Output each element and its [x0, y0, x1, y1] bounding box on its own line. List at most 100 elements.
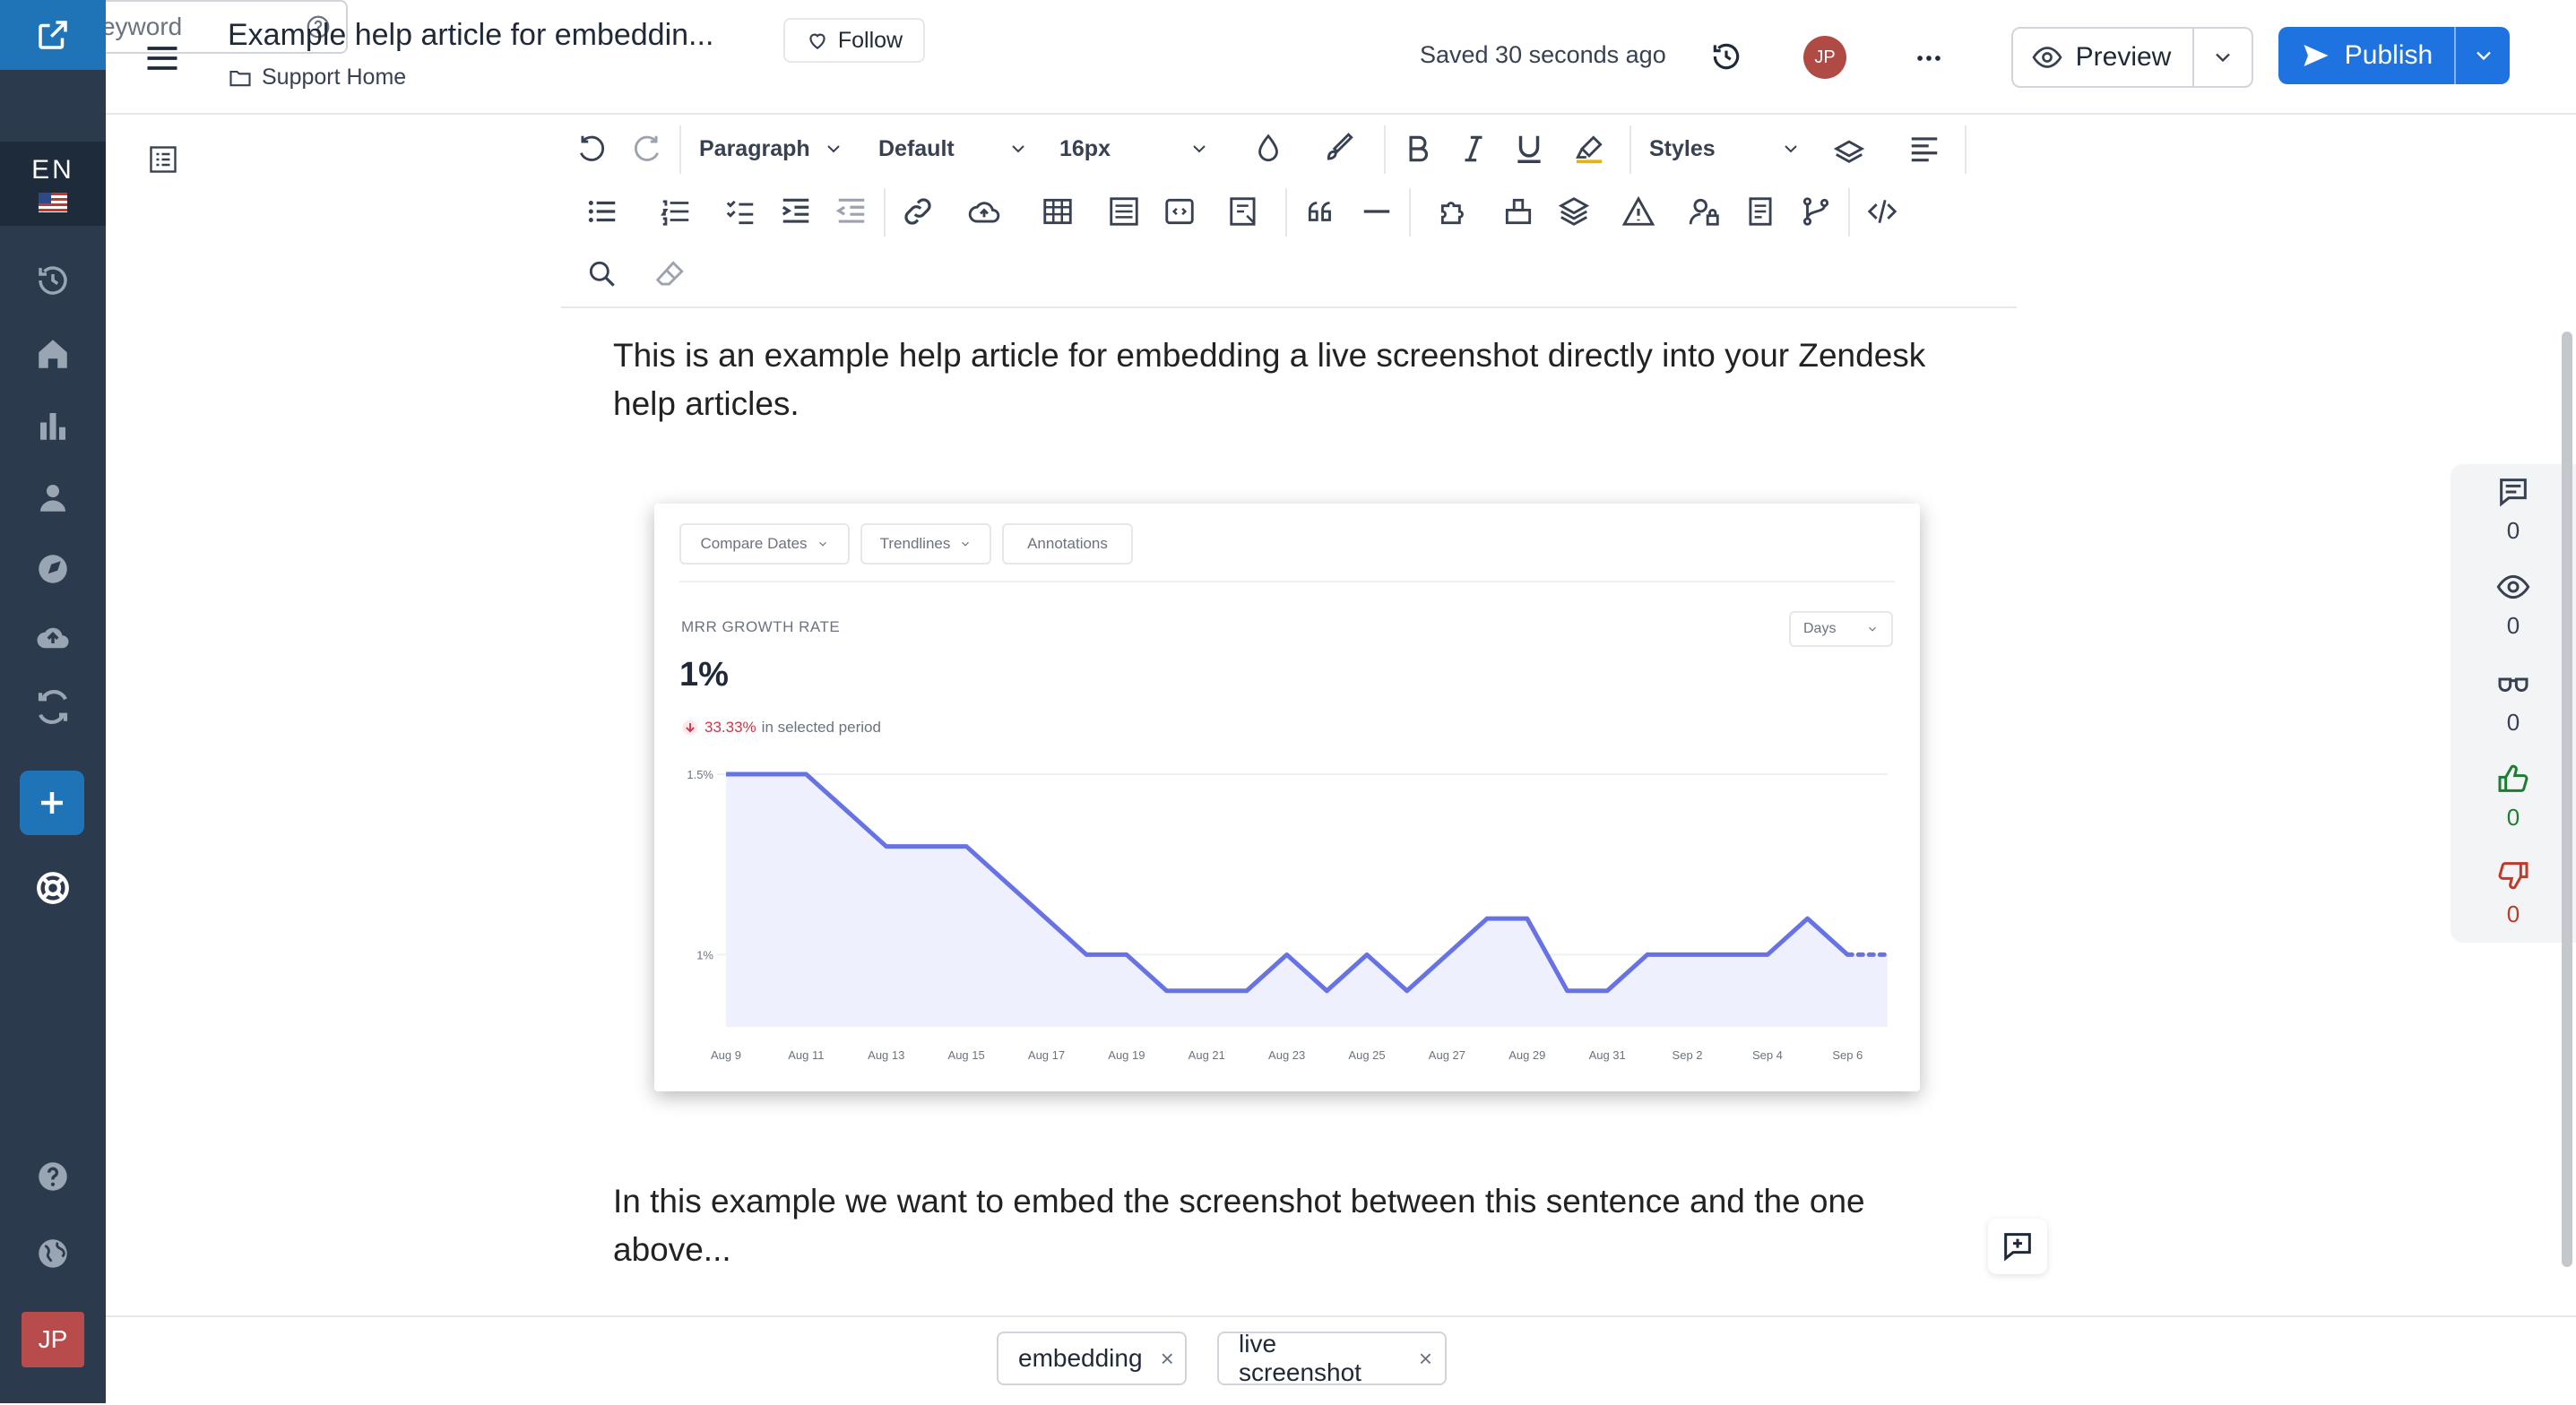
bold-button[interactable]	[1393, 122, 1443, 176]
y-tick-label: 1.5%	[687, 768, 713, 781]
eraser-icon	[655, 261, 684, 286]
add-comment-button[interactable]	[1988, 1219, 2047, 1274]
thumbs-down-icon	[2498, 861, 2528, 889]
audience-button[interactable]	[1680, 185, 1730, 238]
compass-icon	[39, 555, 67, 583]
blockquote-button[interactable]	[1296, 185, 1346, 238]
branch-button[interactable]	[1791, 185, 1841, 238]
outdent-button[interactable]	[826, 185, 877, 238]
x-tick-label: Aug 9	[711, 1048, 741, 1062]
stat-value: 0	[2506, 611, 2520, 639]
template-icon	[1230, 197, 1256, 226]
text-color-button[interactable]	[1237, 122, 1300, 176]
user-avatar[interactable]: JP	[1803, 36, 1846, 79]
widget-button[interactable]	[1493, 185, 1543, 238]
keyword-tag[interactable]: live screenshot ×	[1217, 1330, 1447, 1386]
sidebar-item-recent[interactable]	[0, 249, 106, 312]
sidebar-item-guide[interactable]	[0, 538, 106, 600]
embedded-screenshot[interactable]: Compare Dates Trendlines Annotations MRR…	[654, 504, 1920, 1091]
sidebar-item-home[interactable]	[0, 323, 106, 385]
bullet-list-button[interactable]	[568, 185, 636, 238]
views-stat[interactable]: 0	[2451, 559, 2576, 649]
block-format-select[interactable]: Paragraph	[696, 122, 848, 176]
indent-button[interactable]	[771, 185, 821, 238]
styles-select[interactable]: Styles	[1646, 122, 1805, 176]
publish-options-button[interactable]	[2454, 27, 2511, 84]
sidebar-item-sync[interactable]	[0, 676, 106, 738]
template-button[interactable]	[1210, 185, 1278, 238]
numbered-list-icon	[661, 200, 689, 226]
numbered-list-button[interactable]	[642, 185, 710, 238]
preview-options-button[interactable]	[2192, 29, 2252, 86]
format-layers-button[interactable]	[1816, 122, 1882, 176]
highlight-button[interactable]	[1558, 122, 1621, 176]
remove-keyword-icon[interactable]: ×	[1161, 1345, 1174, 1373]
font-size-select[interactable]: 16px	[1056, 122, 1214, 176]
sidebar-item-users[interactable]	[0, 466, 106, 529]
font-family-select[interactable]: Default	[875, 122, 1033, 176]
undo-button[interactable]	[568, 122, 617, 176]
redo-button[interactable]	[622, 122, 670, 176]
help-button[interactable]	[0, 1145, 106, 1208]
callout-button[interactable]	[1604, 185, 1673, 238]
readers-stat[interactable]: 0	[2451, 656, 2576, 746]
x-tick-label: Sep 2	[1673, 1048, 1703, 1062]
align-button[interactable]	[1891, 122, 1958, 176]
avatar[interactable]: JP	[22, 1312, 84, 1367]
table-button[interactable]	[1024, 185, 1092, 238]
plugin-button[interactable]	[1420, 185, 1488, 238]
embed-button[interactable]	[1154, 185, 1205, 238]
chevron-down-icon	[1012, 145, 1024, 153]
horizontal-rule-button[interactable]	[1352, 185, 1402, 238]
globe-button[interactable]	[0, 1222, 106, 1285]
widget-icon	[1505, 198, 1532, 225]
media-button[interactable]	[1099, 185, 1149, 238]
stat-value: 0	[2506, 708, 2520, 736]
background-color-button[interactable]	[1309, 122, 1371, 176]
downvotes-stat[interactable]: 0	[2451, 848, 2576, 937]
remove-keyword-icon[interactable]: ×	[1419, 1345, 1432, 1373]
find-replace-button[interactable]	[568, 247, 636, 301]
snippet-button[interactable]	[1735, 185, 1785, 238]
article-paragraph[interactable]: In this example we want to embed the scr…	[613, 1177, 1975, 1274]
align-left-icon	[1911, 137, 1938, 162]
sidebar-item-upload[interactable]	[0, 606, 106, 668]
upvotes-stat[interactable]: 0	[2451, 751, 2576, 840]
editor-toolbar: Paragraph Default 16px Styles	[561, 113, 2017, 308]
underline-button[interactable]	[1504, 122, 1554, 176]
open-external-button[interactable]	[0, 0, 106, 70]
publish-button[interactable]: Publish	[2278, 27, 2454, 84]
checklist-button[interactable]	[715, 185, 765, 238]
table-of-contents-button[interactable]	[143, 140, 183, 179]
more-options-button[interactable]	[1900, 36, 1958, 81]
breadcrumb[interactable]: Support Home	[228, 65, 406, 91]
comments-stat[interactable]: 0	[2451, 464, 2576, 554]
keyword-tag[interactable]: embedding ×	[997, 1332, 1187, 1385]
layers-plus-icon	[1833, 140, 1865, 163]
menu-button[interactable]	[134, 36, 190, 81]
upload-button[interactable]	[950, 185, 1018, 238]
scrollbar-thumb[interactable]	[2562, 332, 2572, 1267]
sidebar-item-reports[interactable]	[0, 394, 106, 457]
clear-formatting-button[interactable]	[645, 247, 696, 301]
add-button[interactable]	[20, 771, 84, 835]
language-selector[interactable]: EN	[0, 142, 106, 226]
revision-history-button[interactable]	[1699, 32, 1753, 81]
link-button[interactable]	[893, 185, 943, 238]
stat-value: 0	[2506, 516, 2520, 544]
sidebar-item-support[interactable]	[0, 857, 106, 919]
article-paragraph[interactable]: This is an example help article for embe…	[613, 332, 1975, 428]
follow-button[interactable]: Follow	[783, 18, 925, 63]
layers-button[interactable]	[1549, 185, 1599, 238]
send-icon	[2304, 45, 2329, 66]
chevron-down-icon	[2216, 53, 2230, 63]
save-status: Saved 30 seconds ago	[1420, 41, 1666, 68]
plus-icon	[41, 792, 63, 814]
italic-button[interactable]	[1448, 122, 1499, 176]
source-code-button[interactable]	[1857, 185, 1907, 238]
embed-icon	[1165, 198, 1194, 225]
x-tick-label: Aug 15	[948, 1048, 985, 1062]
language-code: EN	[31, 155, 74, 185]
font-size-label: 16px	[1059, 135, 1111, 161]
preview-button[interactable]: Preview	[2013, 29, 2189, 86]
